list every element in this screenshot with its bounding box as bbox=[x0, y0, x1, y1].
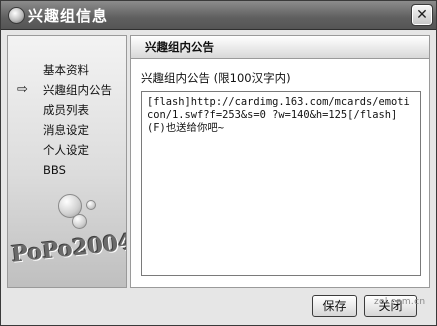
sidebar-item-basic-info[interactable]: 基本资料 bbox=[8, 60, 126, 80]
window-title: 兴趣组信息 bbox=[28, 7, 109, 25]
sidebar-item-label: 兴趣组内公告 bbox=[43, 83, 112, 97]
app-icon bbox=[8, 7, 25, 24]
content-title: 兴趣组内公告 bbox=[145, 40, 214, 54]
sidebar-item-group-announcement[interactable]: ⇨ 兴趣组内公告 bbox=[8, 80, 126, 100]
title-bar[interactable]: 兴趣组信息 ✕ bbox=[1, 1, 436, 30]
sidebar-menu: 基本资料 ⇨ 兴趣组内公告 成员列表 消息设定 个人设定 BBS bbox=[8, 60, 126, 180]
sidebar-item-bbs[interactable]: BBS bbox=[8, 160, 126, 180]
sidebar-item-label: 基本资料 bbox=[43, 63, 89, 77]
sidebar-item-label: 成员列表 bbox=[43, 103, 89, 117]
sidebar-item-member-list[interactable]: 成员列表 bbox=[8, 100, 126, 120]
dialog-window: 兴趣组信息 ✕ 基本资料 ⇨ 兴趣组内公告 成员列表 消息设定 个人设定 BBS bbox=[0, 0, 437, 326]
close-icon[interactable]: ✕ bbox=[411, 4, 433, 26]
sidebar-item-label: 消息设定 bbox=[43, 123, 89, 137]
bubble-decoration bbox=[72, 214, 87, 229]
content-panel: 兴趣组内公告 兴趣组内公告 (限100汉字内) [flash]http://ca… bbox=[130, 35, 430, 288]
bubble-decoration bbox=[86, 200, 96, 210]
popo-logo: PoPo2004 bbox=[10, 229, 127, 268]
selected-arrow-icon: ⇨ bbox=[17, 82, 28, 97]
sidebar-item-personal-settings[interactable]: 个人设定 bbox=[8, 140, 126, 160]
save-button[interactable]: 保存 bbox=[312, 295, 357, 317]
watermark: zol.com.cn bbox=[374, 297, 426, 307]
content-header: 兴趣组内公告 bbox=[131, 36, 429, 59]
sidebar-item-message-settings[interactable]: 消息设定 bbox=[8, 120, 126, 140]
sidebar-item-label: BBS bbox=[43, 163, 66, 177]
announcement-label: 兴趣组内公告 (限100汉字内) bbox=[141, 71, 291, 85]
sidebar-item-label: 个人设定 bbox=[43, 143, 89, 157]
announcement-textarea[interactable]: [flash]http://cardimg.163.com/mcards/emo… bbox=[141, 91, 421, 276]
sidebar: 基本资料 ⇨ 兴趣组内公告 成员列表 消息设定 个人设定 BBS PoPo200… bbox=[7, 35, 127, 288]
